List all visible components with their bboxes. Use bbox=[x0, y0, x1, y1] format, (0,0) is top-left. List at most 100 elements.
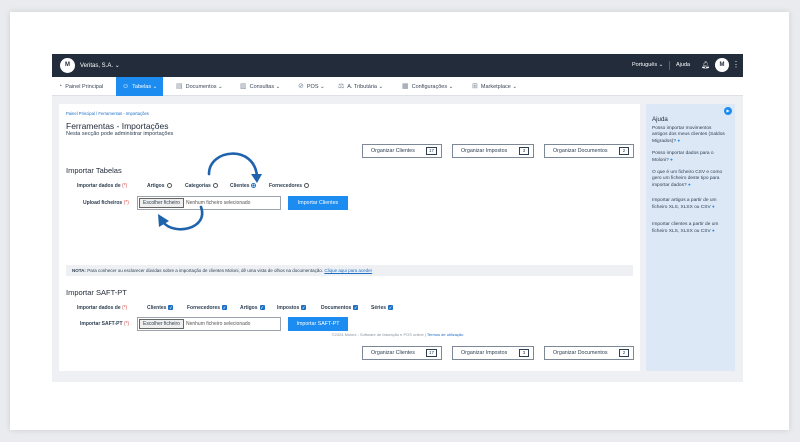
more-options-icon[interactable]: ⋮ bbox=[732, 59, 740, 71]
checkbox-series[interactable]: Séries ✓ bbox=[371, 304, 394, 311]
language-selector[interactable]: Português ⌄ bbox=[632, 62, 663, 68]
chevron-down-icon: ⌄ bbox=[658, 62, 664, 68]
choose-file-button[interactable]: Escolher ficheiro bbox=[139, 319, 184, 329]
count-badge: 2 bbox=[619, 349, 629, 357]
organize-button-label: Organizar Documentos bbox=[553, 350, 608, 356]
required-mark: (*) bbox=[122, 305, 128, 311]
bell-icon[interactable]: 🔔︎ bbox=[701, 61, 710, 69]
chevron-down-icon: ⌄ bbox=[448, 84, 454, 90]
nav-item-label: POS bbox=[306, 84, 319, 90]
main-nav: ◔ Painel Principal ☺ Tabelas ⌄ ▤ Documentos… bbox=[52, 77, 743, 96]
file-placeholder: Nenhum ficheiro selecionado bbox=[185, 321, 251, 327]
option-label: Séries bbox=[371, 305, 387, 311]
organize-button-label: Organizar Clientes bbox=[371, 148, 415, 154]
note-prefix: NOTA: bbox=[72, 268, 86, 273]
help-question-text[interactable]: Importar clientes a partir de um ficheir… bbox=[652, 222, 718, 234]
help-question[interactable]: Posso importar dados para o Moloni? ● bbox=[652, 151, 728, 164]
help-question[interactable]: Importar artigos a partir de um ficheiro… bbox=[652, 198, 728, 211]
play-icon[interactable]: ▶ bbox=[724, 107, 732, 115]
section-title-import-saft: Importar SAFT-PT bbox=[66, 288, 127, 297]
dashboard-icon: ◔ bbox=[58, 83, 63, 90]
count-badge: 17 bbox=[425, 147, 437, 155]
help-question-text[interactable]: Posso importar dados para o Moloni? bbox=[652, 151, 714, 163]
users-icon: ☺ bbox=[122, 83, 130, 90]
chevron-down-icon: ⌄ bbox=[320, 84, 325, 90]
required-mark: (*) bbox=[123, 321, 130, 327]
pos-icon: ⊘ bbox=[298, 83, 304, 90]
option-label: Artigos bbox=[240, 305, 258, 311]
organize-clients-button[interactable]: Organizar Clientes 17 bbox=[362, 144, 442, 158]
company-selector[interactable]: Veritas, S.A. ⌄ bbox=[80, 62, 120, 69]
nav-item-a-tributaria[interactable]: ⚖︎ A. Tributária ⌄ bbox=[338, 77, 383, 96]
divider bbox=[669, 61, 670, 70]
scales-icon: ⚖︎ bbox=[338, 83, 345, 90]
language-label: Português bbox=[632, 62, 658, 68]
nav-item-label: Painel Principal bbox=[65, 84, 104, 90]
nav-item-painel-principal[interactable]: ◔ Painel Principal bbox=[58, 77, 103, 96]
organize-button-label: Organizar Documentos bbox=[553, 148, 608, 154]
footer: ©2024 Moloni - Software de faturação e P… bbox=[52, 332, 743, 337]
option-label: Clientes bbox=[147, 305, 167, 311]
organize-button-label: Organizar Clientes bbox=[371, 350, 415, 356]
help-panel: ▶ Ajuda Posso importar movimentos antigo… bbox=[646, 104, 735, 371]
checkbox-documentos[interactable]: Documentos ✓ bbox=[321, 304, 359, 311]
count-badge: 3 bbox=[519, 349, 529, 357]
help-link[interactable]: Ajuda bbox=[676, 62, 690, 68]
chevron-down-icon: ⌄ bbox=[114, 63, 120, 69]
nav-item-configuracoes[interactable]: ▦ Configurações ⌄ bbox=[402, 77, 453, 96]
avatar[interactable]: M bbox=[715, 58, 729, 72]
chevron-down-icon: ⌄ bbox=[218, 84, 223, 90]
chevron-down-icon: ⌄ bbox=[152, 84, 158, 90]
organize-taxes-button[interactable]: Organizar Impostos 3 bbox=[452, 346, 534, 360]
organize-button-label: Organizar Impostos bbox=[461, 148, 508, 154]
import-saft-button[interactable]: Importar SAFT-PT bbox=[288, 317, 348, 331]
option-label: Impostos bbox=[277, 305, 300, 311]
help-question[interactable]: O que é um ficheiro CSV e como gero um f… bbox=[652, 170, 728, 189]
footer-text: ©2024 Moloni - Software de faturação e P… bbox=[331, 332, 426, 337]
check-icon[interactable]: ✓ bbox=[168, 304, 174, 310]
nav-item-pos[interactable]: ⊘ POS ⌄ bbox=[298, 77, 325, 96]
help-circle-icon: ● bbox=[688, 182, 691, 187]
company-logo[interactable]: M bbox=[60, 58, 75, 73]
saft-file-input[interactable]: Escolher ficheiro Nenhum ficheiro selecio… bbox=[137, 317, 281, 331]
checkbox-impostos[interactable]: Impostos ✓ bbox=[277, 304, 307, 311]
help-circle-icon: ● bbox=[712, 228, 715, 233]
help-circle-icon: ● bbox=[670, 157, 673, 162]
help-question[interactable]: Importar clientes a partir de um ficheir… bbox=[652, 222, 728, 235]
main-content: Painel Principal / Ferramentas - Importa… bbox=[59, 104, 640, 371]
count-badge: 2 bbox=[619, 147, 629, 155]
count-badge: 17 bbox=[425, 349, 437, 357]
checkbox-fornecedores[interactable]: Fornecedores ✓ bbox=[187, 304, 228, 311]
check-icon[interactable]: ✓ bbox=[222, 304, 228, 310]
organize-documents-button[interactable]: Organizar Documentos 2 bbox=[544, 346, 634, 360]
label-text: Importar dados de bbox=[77, 305, 121, 311]
chevron-down-icon: ⌄ bbox=[275, 84, 281, 90]
nav-item-label: Documentos bbox=[185, 84, 217, 90]
check-icon[interactable]: ✓ bbox=[353, 304, 359, 310]
organize-clients-button[interactable]: Organizar Clientes 17 bbox=[362, 346, 442, 360]
organize-button-label: Organizar Impostos bbox=[461, 350, 508, 356]
nav-item-label: Consultas bbox=[249, 84, 275, 90]
documentation-link[interactable]: Clique aqui para aceder bbox=[324, 268, 372, 273]
terms-link[interactable]: Termos de utilização bbox=[427, 332, 463, 337]
nav-item-marketplace[interactable]: ⊞ Marketplace ⌄ bbox=[472, 77, 517, 96]
top-bar: M Veritas, S.A. ⌄ Português ⌄ Ajuda 🔔︎ M… bbox=[52, 54, 743, 77]
help-panel-title: Ajuda bbox=[652, 116, 668, 123]
help-question[interactable]: Posso importar movimentos antigos dos me… bbox=[652, 126, 728, 145]
check-icon[interactable]: ✓ bbox=[301, 304, 307, 310]
nav-item-tabelas[interactable]: ☺ Tabelas ⌄ bbox=[116, 77, 164, 96]
label-text: Importar SAFT-PT bbox=[80, 321, 123, 327]
checkbox-clientes[interactable]: Clientes ✓ bbox=[147, 304, 174, 311]
check-icon[interactable]: ✓ bbox=[259, 304, 265, 310]
nav-item-documentos[interactable]: ▤ Documentos ⌄ bbox=[176, 77, 223, 96]
check-icon[interactable]: ✓ bbox=[388, 304, 394, 310]
count-badge: 3 bbox=[519, 147, 529, 155]
checkbox-artigos[interactable]: Artigos ✓ bbox=[240, 304, 265, 311]
company-name: Veritas, S.A. bbox=[80, 63, 114, 69]
organize-taxes-button[interactable]: Organizar Impostos 3 bbox=[452, 144, 534, 158]
nav-item-consultas[interactable]: ▥ Consultas ⌄ bbox=[240, 77, 280, 96]
organize-documents-button[interactable]: Organizar Documentos 2 bbox=[544, 144, 634, 158]
help-question-text[interactable]: Importar artigos a partir de um ficheiro… bbox=[652, 198, 717, 210]
nav-item-label: Marketplace bbox=[480, 84, 511, 90]
help-question-text[interactable]: Posso importar movimentos antigos dos me… bbox=[652, 126, 725, 144]
